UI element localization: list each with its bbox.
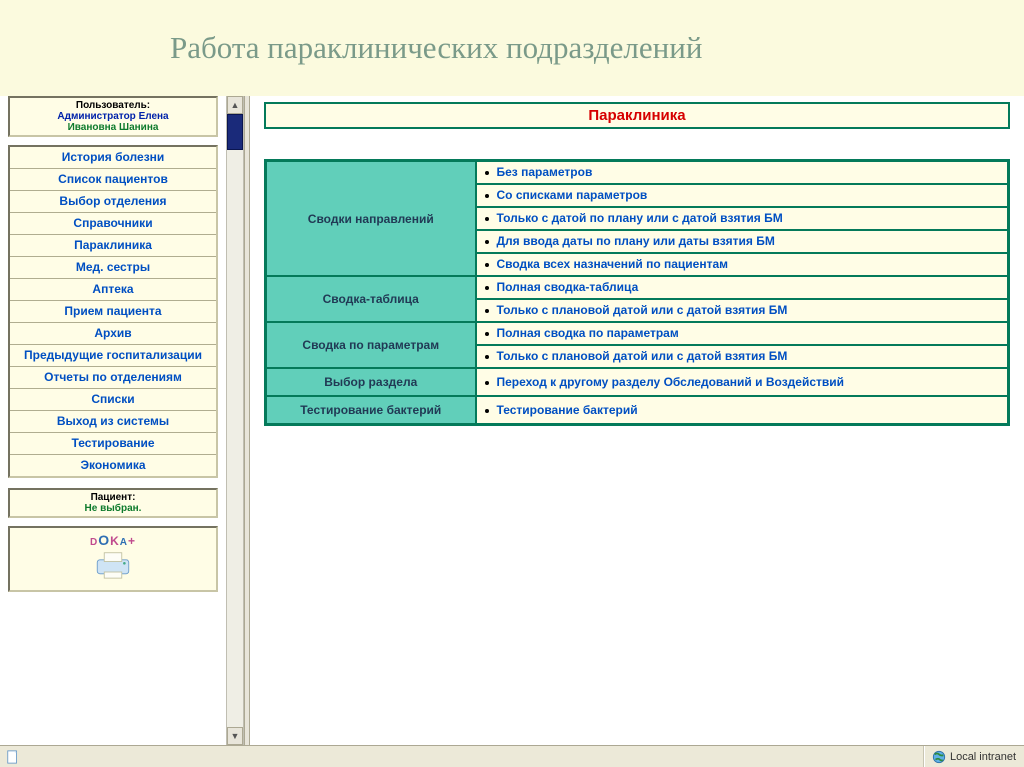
menu-item-istoriya-bolezni[interactable]: История болезни bbox=[10, 147, 216, 169]
link-bez-parametrov[interactable]: Без параметров bbox=[477, 162, 1008, 185]
scroll-up-button[interactable]: ▲ bbox=[227, 96, 243, 114]
page-icon bbox=[6, 750, 20, 764]
zone-text: Local intranet bbox=[950, 751, 1016, 763]
left-column: Пользователь: Администратор Елена Иванов… bbox=[0, 96, 244, 745]
app-body: Пользователь: Администратор Елена Иванов… bbox=[0, 96, 1024, 745]
section-head-vybor-razdela: Выбор раздела bbox=[266, 368, 476, 396]
section-head-svodki-napravleniy: Сводки направлений bbox=[266, 161, 476, 277]
section-head-testirovanie-bakteriy: Тестирование бактерий bbox=[266, 396, 476, 425]
security-zone: Local intranet bbox=[928, 750, 1024, 764]
slide-title: Работа параклинических подразделений bbox=[0, 0, 1024, 96]
menu-item-priem-patsienta[interactable]: Прием пациента bbox=[10, 301, 216, 323]
logo-letter-o: O bbox=[98, 532, 110, 548]
menu-item-arkhiv[interactable]: Архив bbox=[10, 323, 216, 345]
link-tolko-s-planovoy-datoy-2[interactable]: Только с плановой датой или с датой взят… bbox=[477, 346, 1008, 367]
menu-item-spiski[interactable]: Списки bbox=[10, 389, 216, 411]
logo-letter-a: A bbox=[120, 537, 128, 548]
scroll-down-button[interactable]: ▼ bbox=[227, 727, 243, 745]
menu-item-spisok-patsientov[interactable]: Список пациентов bbox=[10, 169, 216, 191]
menu-item-otchety-po-otdeleniyam[interactable]: Отчеты по отделениям bbox=[10, 367, 216, 389]
link-perekhod-k-drugomu-razdelu[interactable]: Переход к другому разделу Обследований и… bbox=[477, 372, 1008, 393]
logo-panel: DOKA+ bbox=[8, 526, 218, 592]
patient-label: Пациент: bbox=[12, 492, 214, 503]
menu-item-vybor-otdeleniya[interactable]: Выбор отделения bbox=[10, 191, 216, 213]
patient-value: Не выбран. bbox=[12, 503, 214, 514]
user-label: Пользователь: bbox=[12, 100, 214, 111]
link-polnaya-svodka-tablitsa[interactable]: Полная сводка-таблица bbox=[477, 277, 1008, 300]
menu-item-testirovanie[interactable]: Тестирование bbox=[10, 433, 216, 455]
link-tolko-s-planovoy-datoy-1[interactable]: Только с плановой датой или с датой взят… bbox=[477, 300, 1008, 321]
logo-letter-k: K bbox=[110, 534, 120, 548]
sections-table: Сводки направлений Без параметров Со спи… bbox=[264, 159, 1010, 426]
menu-item-spravochniki[interactable]: Справочники bbox=[10, 213, 216, 235]
status-bar: Local intranet bbox=[0, 745, 1024, 767]
menu-item-apteka[interactable]: Аптека bbox=[10, 279, 216, 301]
user-panel: Пользователь: Администратор Елена Иванов… bbox=[8, 96, 218, 137]
menu-item-ekonomika[interactable]: Экономика bbox=[10, 455, 216, 476]
link-so-spiskami-parametrov[interactable]: Со списками параметров bbox=[477, 185, 1008, 208]
globe-icon bbox=[932, 750, 946, 764]
user-line2: Ивановна Шанина bbox=[12, 122, 214, 133]
content-banner: Параклиника bbox=[264, 102, 1010, 129]
section-head-svodka-po-parametram: Сводка по параметрам bbox=[266, 322, 476, 368]
menu-item-paraklinika[interactable]: Параклиника bbox=[10, 235, 216, 257]
link-polnaya-svodka-po-parametram[interactable]: Полная сводка по параметрам bbox=[477, 323, 1008, 346]
patient-panel: Пациент: Не выбран. bbox=[8, 488, 218, 518]
menu-item-predydushchie-gospitalizatsii[interactable]: Предыдущие госпитализации bbox=[10, 345, 216, 367]
link-testirovanie-bakteriy[interactable]: Тестирование бактерий bbox=[477, 400, 1008, 421]
logo-text: DOKA+ bbox=[12, 532, 214, 548]
left-scrollbar[interactable]: ▲ ▼ bbox=[226, 96, 244, 745]
menu-item-med-sestry[interactable]: Мед. сестры bbox=[10, 257, 216, 279]
menu-item-vykhod-iz-sistemy[interactable]: Выход из системы bbox=[10, 411, 216, 433]
printer-icon[interactable] bbox=[92, 551, 134, 579]
logo-plus: + bbox=[128, 534, 136, 548]
link-tolko-s-datoy-po-planu[interactable]: Только с датой по плану или с датой взят… bbox=[477, 208, 1008, 231]
main-content: Параклиника Сводки направлений Без парам… bbox=[250, 96, 1024, 745]
link-dlya-vvoda-daty-po-planu[interactable]: Для ввода даты по плану или даты взятия … bbox=[477, 231, 1008, 254]
scroll-thumb[interactable] bbox=[227, 114, 243, 150]
scroll-track[interactable] bbox=[227, 114, 243, 727]
user-line1: Администратор Елена bbox=[12, 111, 214, 122]
section-head-svodka-tablitsa: Сводка-таблица bbox=[266, 276, 476, 322]
sidebar-menu: История болезни Список пациентов Выбор о… bbox=[8, 145, 218, 478]
logo-letter-d: D bbox=[90, 537, 98, 548]
link-svodka-vsekh-naznacheniy[interactable]: Сводка всех назначений по пациентам bbox=[477, 254, 1008, 275]
